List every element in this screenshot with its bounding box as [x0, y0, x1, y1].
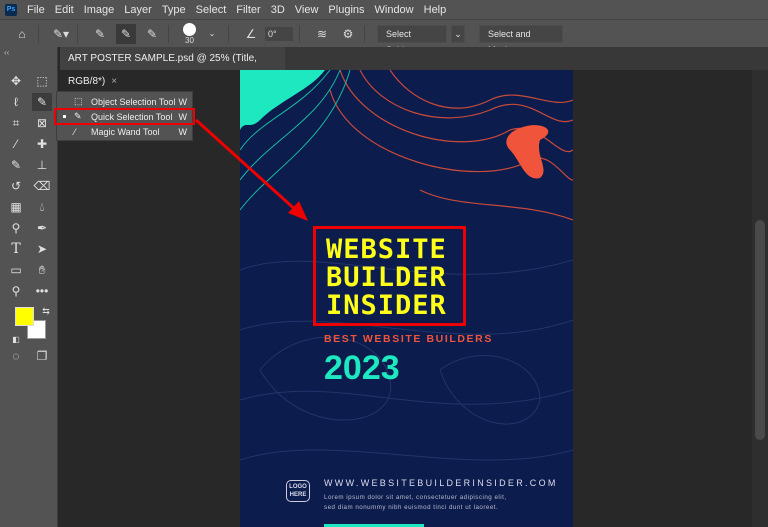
menu-view[interactable]: View: [295, 4, 319, 16]
rectangle-tool-icon[interactable]: ▭: [6, 261, 26, 279]
pen-tool-icon[interactable]: ✒: [32, 219, 52, 237]
title-line: BUILDER: [326, 264, 447, 292]
brush-tool-icon[interactable]: ✎: [6, 156, 26, 174]
quick-selection-tool-icon[interactable]: ✎: [32, 93, 52, 111]
brush-preview-icon: [183, 23, 196, 36]
menu-select[interactable]: Select: [196, 4, 227, 16]
subtract-from-selection-icon[interactable]: ✎: [142, 24, 162, 44]
highlight-box: [54, 108, 195, 125]
lasso-tool-icon[interactable]: ℓ: [6, 93, 26, 111]
photoshop-logo: Ps: [5, 4, 17, 16]
default-colors-icon[interactable]: ◧: [6, 330, 26, 348]
add-to-selection-icon[interactable]: ✎: [116, 24, 136, 44]
angle-icon: ∠: [241, 24, 261, 44]
poster-body-text: Lorem ipsum dolor sit amet, consectetuer…: [324, 493, 507, 513]
history-brush-tool-icon[interactable]: ↺: [6, 177, 26, 195]
menu-layer[interactable]: Layer: [124, 4, 152, 16]
zoom-tool-icon[interactable]: ⚲: [6, 282, 26, 300]
title-line: INSIDER: [326, 292, 447, 320]
angle-input[interactable]: 0°: [265, 27, 293, 41]
magic-wand-tool-item[interactable]: ⁄Magic Wand Tool W: [57, 124, 194, 139]
menu-edit[interactable]: Edit: [55, 4, 74, 16]
poster-canvas[interactable]: WEBSITE BUILDER INSIDER BEST WEBSITE BUI…: [240, 70, 573, 527]
object-selection-tool-item[interactable]: ⬚Object Selection Tool W: [57, 94, 194, 109]
menu-bar: Ps File Edit Image Layer Type Select Fil…: [0, 0, 768, 19]
gradient-tool-icon[interactable]: ▦: [6, 198, 26, 216]
options-bar: ⌂ ✎▾ ✎ ✎ ✎ 30 ⌄ ∠ 0° ≋ ⚙ Select Subject …: [0, 19, 768, 47]
item-label: Magic Wand Tool: [91, 127, 160, 137]
crop-tool-icon[interactable]: ⌗: [6, 114, 26, 132]
chevron-down-icon[interactable]: ⌄: [202, 24, 222, 44]
close-icon[interactable]: ×: [111, 76, 117, 87]
eraser-tool-icon[interactable]: ⌫: [32, 177, 52, 195]
menu-window[interactable]: Window: [375, 4, 414, 16]
menu-type[interactable]: Type: [162, 4, 186, 16]
select-subject-dropdown[interactable]: ⌄: [451, 25, 465, 43]
menu-plugins[interactable]: Plugins: [328, 4, 364, 16]
clone-stamp-tool-icon[interactable]: ⊥: [32, 156, 52, 174]
divider: [299, 25, 300, 43]
logo-placeholder: LOGO HERE: [286, 480, 310, 502]
divider: [38, 25, 39, 43]
scrollbar-thumb[interactable]: [755, 220, 765, 440]
poster-year: 2023: [324, 349, 400, 388]
blur-tool-icon[interactable]: 💧︎: [32, 198, 52, 216]
divider: [364, 25, 365, 43]
hand-tool-icon[interactable]: ✋︎: [32, 261, 52, 279]
title-line: WEBSITE: [326, 236, 447, 264]
brush-size: 30: [185, 36, 194, 45]
poster-subtitle: BEST WEBSITE BUILDERS: [324, 333, 493, 345]
move-tool-icon[interactable]: ✥: [6, 72, 26, 90]
screen-mode-icon[interactable]: ❐: [32, 347, 52, 365]
divider: [77, 25, 78, 43]
tools-panel: ‹‹ ✥ ⬚ ℓ ✎ ⌗ ⊠ ⁄ ✚ ✎ ⊥ ↺ ⌫ ▦ 💧︎ ⚲ ✒ T ➤ …: [0, 47, 58, 527]
tab-title: ART POSTER SAMPLE.psd @ 25% (Title, RGB/…: [68, 53, 257, 87]
body-line: Lorem ipsum dolor sit amet, consectetuer…: [324, 493, 507, 503]
home-icon[interactable]: ⌂: [12, 24, 32, 44]
poster-title: WEBSITE BUILDER INSIDER: [326, 236, 447, 320]
path-selection-tool-icon[interactable]: ➤: [32, 240, 52, 258]
body-line: sed diam nonummy nibh euismod tinci dunt…: [324, 503, 507, 513]
collapse-panel-icon[interactable]: ‹‹: [4, 48, 9, 57]
brush-picker[interactable]: 30: [183, 23, 196, 45]
item-label: Object Selection Tool: [91, 97, 175, 107]
dodge-tool-icon[interactable]: ⚲: [6, 219, 26, 237]
magic-wand-icon: ⁄: [74, 127, 88, 137]
quick-mask-icon[interactable]: ◌: [6, 347, 26, 365]
document-tab-bar: ART POSTER SAMPLE.psd @ 25% (Title, RGB/…: [60, 47, 768, 70]
menu-file[interactable]: File: [27, 4, 45, 16]
healing-brush-tool-icon[interactable]: ✚: [32, 135, 52, 153]
document-tab[interactable]: ART POSTER SAMPLE.psd @ 25% (Title, RGB/…: [60, 47, 285, 70]
divider: [228, 25, 229, 43]
frame-tool-icon[interactable]: ⊠: [32, 114, 52, 132]
tool-preset-picker[interactable]: ✎▾: [51, 24, 71, 44]
more-tools-icon[interactable]: •••: [32, 282, 52, 300]
menu-image[interactable]: Image: [84, 4, 115, 16]
eyedropper-tool-icon[interactable]: ⁄: [6, 135, 26, 153]
shortcut: W: [179, 127, 188, 137]
new-selection-icon[interactable]: ✎: [90, 24, 110, 44]
sample-all-layers-icon[interactable]: ≋: [312, 24, 332, 44]
vertical-scrollbar[interactable]: [752, 70, 768, 527]
enhance-edge-icon[interactable]: ⚙: [338, 24, 358, 44]
menu-help[interactable]: Help: [424, 4, 447, 16]
menu-3d[interactable]: 3D: [271, 4, 285, 16]
object-selection-icon: ⬚: [74, 96, 88, 107]
divider: [168, 25, 169, 43]
select-and-mask-button[interactable]: Select and Mask...: [479, 25, 563, 43]
poster-url: WWW.WEBSITEBUILDERINSIDER.COM: [324, 478, 558, 488]
foreground-color-swatch[interactable]: [15, 307, 34, 326]
shortcut: W: [179, 97, 188, 107]
marquee-tool-icon[interactable]: ⬚: [32, 72, 52, 90]
menu-filter[interactable]: Filter: [236, 4, 260, 16]
select-subject-button[interactable]: Select Subject: [377, 25, 447, 43]
type-tool-icon[interactable]: T: [6, 240, 26, 258]
swap-colors-icon[interactable]: ⇆: [36, 302, 56, 320]
